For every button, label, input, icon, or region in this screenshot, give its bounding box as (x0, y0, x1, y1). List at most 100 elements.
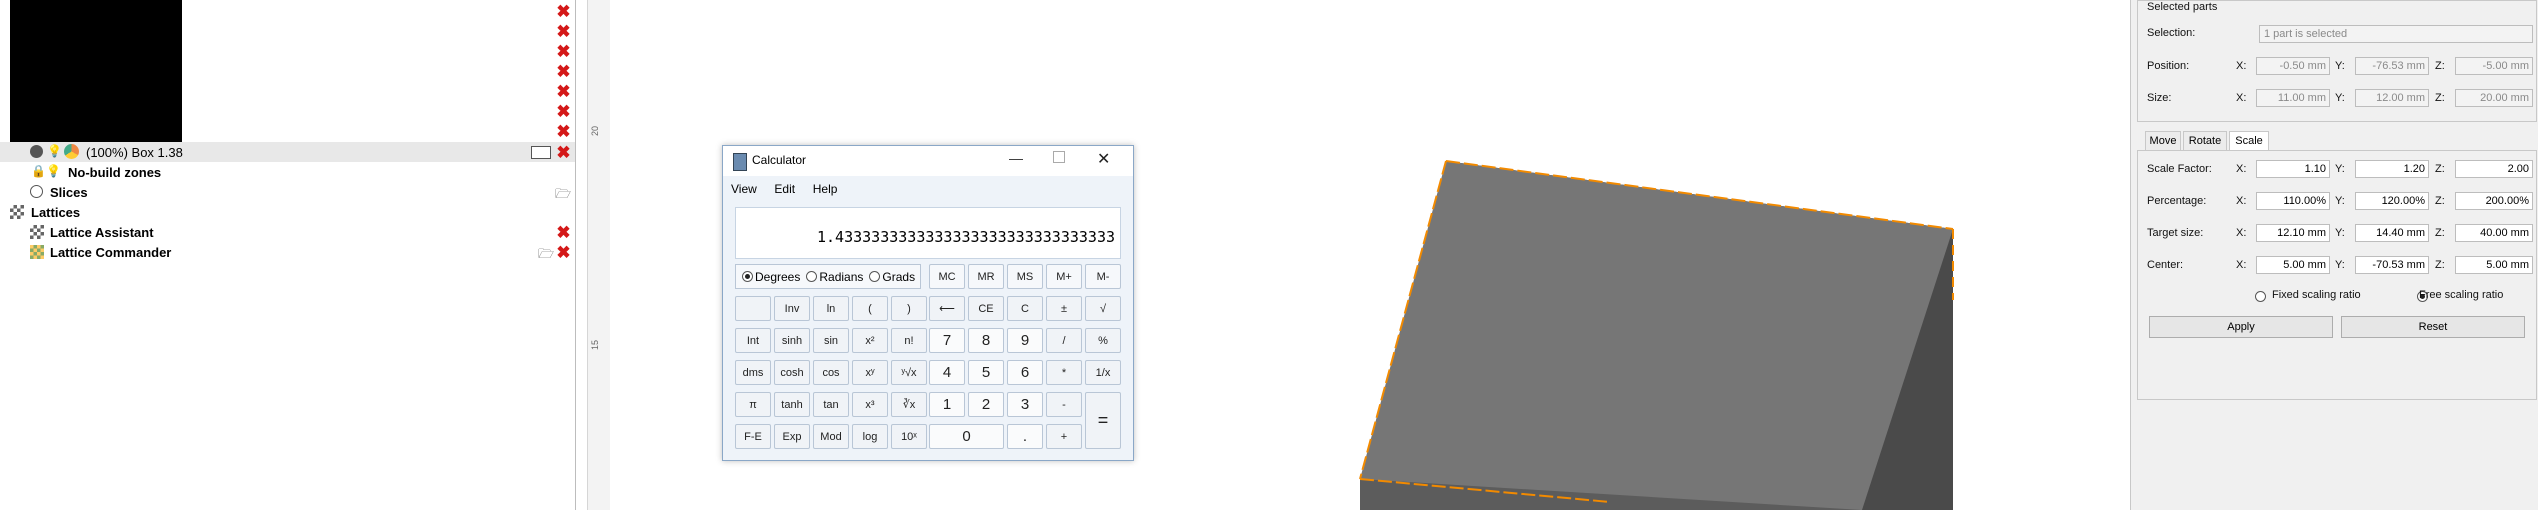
digit-button[interactable]: 9 (1007, 328, 1043, 353)
tree-item-box[interactable]: 💡 (100%) Box 1.38 ✖ (0, 142, 575, 162)
function-button[interactable]: ) (891, 296, 927, 321)
memory-button[interactable]: MR (968, 264, 1004, 289)
function-button[interactable]: √ (1085, 296, 1121, 321)
function-button[interactable]: F-E (735, 424, 771, 449)
memory-button[interactable]: M+ (1046, 264, 1082, 289)
delete-icon[interactable]: ✖ (556, 123, 571, 140)
menu-view[interactable]: View (731, 182, 757, 196)
tree-item-lattice-commander[interactable]: Lattice Commander 🗁 ✖ (0, 242, 575, 262)
memory-button[interactable]: M- (1085, 264, 1121, 289)
target-size-z-input[interactable]: 40.00 mm (2455, 224, 2533, 242)
center-y-input[interactable]: -70.53 mm (2355, 256, 2429, 274)
digit-button[interactable]: 6 (1007, 360, 1043, 385)
percentage-x-input[interactable]: 110.00% (2256, 192, 2330, 210)
scale-factor-y-input[interactable]: 1.20 (2355, 160, 2429, 178)
function-button[interactable]: Mod (813, 424, 849, 449)
delete-icon[interactable]: ✖ (556, 63, 571, 80)
function-button[interactable]: ln (813, 296, 849, 321)
delete-icon[interactable]: ✖ (556, 43, 571, 60)
tree-item-slices[interactable]: Slices 🗁 (0, 182, 575, 202)
scale-factor-x-input[interactable]: 1.10 (2256, 160, 2330, 178)
fixed-ratio-radio[interactable] (2255, 291, 2266, 302)
function-button[interactable]: % (1085, 328, 1121, 353)
function-button[interactable]: 10ˣ (891, 424, 927, 449)
tree-item-no-build-zones[interactable]: 🔒 💡 No-build zones (0, 162, 575, 182)
digit-button[interactable]: 4 (929, 360, 965, 385)
function-button[interactable]: 1/x (1085, 360, 1121, 385)
function-button[interactable]: Int (735, 328, 771, 353)
tab-rotate[interactable]: Rotate (2183, 131, 2227, 151)
function-button[interactable]: x³ (852, 392, 888, 417)
folder-open-icon[interactable]: 🗁 (538, 245, 554, 267)
delete-icon[interactable]: ✖ (556, 103, 571, 120)
digit-button[interactable]: 0 (929, 424, 1004, 449)
menu-help[interactable]: Help (813, 182, 838, 196)
digit-button[interactable]: 8 (968, 328, 1004, 353)
function-button[interactable]: = (1085, 392, 1121, 449)
close-icon[interactable]: ✕ (1097, 149, 1110, 169)
percentage-y-input[interactable]: 120.00% (2355, 192, 2429, 210)
minimize-icon[interactable]: — (1009, 150, 1023, 166)
tree-item-lattices[interactable]: Lattices (0, 202, 575, 222)
settings-icon[interactable] (531, 146, 551, 159)
digit-button[interactable]: 7 (929, 328, 965, 353)
digit-button[interactable]: 2 (968, 392, 1004, 417)
calculator-titlebar[interactable]: Calculator — ✕ (723, 146, 1133, 176)
function-button[interactable]: ∛x (891, 392, 927, 417)
function-button[interactable]: xʸ (852, 360, 888, 385)
digit-button[interactable]: 5 (968, 360, 1004, 385)
delete-icon[interactable]: ✖ (556, 83, 571, 100)
function-button[interactable]: cos (813, 360, 849, 385)
delete-icon[interactable]: ✖ (556, 224, 571, 241)
function-button[interactable]: C (1007, 296, 1043, 321)
function-button[interactable]: * (1046, 360, 1082, 385)
function-button[interactable]: - (1046, 392, 1082, 417)
function-button[interactable]: dms (735, 360, 771, 385)
function-button[interactable]: sin (813, 328, 849, 353)
delete-icon[interactable]: ✖ (556, 244, 571, 261)
apply-button[interactable]: Apply (2149, 316, 2333, 338)
lock-icon[interactable]: 🔒 (31, 164, 46, 178)
reset-button[interactable]: Reset (2341, 316, 2525, 338)
delete-icon[interactable]: ✖ (556, 3, 571, 20)
panel-splitter[interactable] (575, 0, 576, 510)
radio-grads[interactable] (869, 271, 881, 282)
memory-button[interactable]: MS (1007, 264, 1043, 289)
radio-degrees[interactable] (742, 271, 753, 282)
radio-radians[interactable] (806, 271, 818, 282)
target-size-x-input[interactable]: 12.10 mm (2256, 224, 2330, 242)
function-button[interactable]: ( (852, 296, 888, 321)
maximize-icon[interactable] (1053, 151, 1065, 163)
function-button[interactable]: ⟵ (929, 296, 965, 321)
function-button[interactable]: tan (813, 392, 849, 417)
function-button[interactable]: / (1046, 328, 1082, 353)
function-button[interactable]: π (735, 392, 771, 417)
percentage-z-input[interactable]: 200.00% (2455, 192, 2533, 210)
function-button[interactable]: x² (852, 328, 888, 353)
center-x-input[interactable]: 5.00 mm (2256, 256, 2330, 274)
scale-factor-z-input[interactable]: 2.00 (2455, 160, 2533, 178)
menu-edit[interactable]: Edit (774, 182, 795, 196)
function-button[interactable]: log (852, 424, 888, 449)
function-button[interactable]: ʸ√x (891, 360, 927, 385)
lightbulb-icon[interactable]: 💡 (47, 144, 62, 158)
target-size-y-input[interactable]: 14.40 mm (2355, 224, 2429, 242)
function-button[interactable]: + (1046, 424, 1082, 449)
digit-button[interactable]: . (1007, 424, 1043, 449)
function-button[interactable]: tanh (774, 392, 810, 417)
function-button[interactable]: Exp (774, 424, 810, 449)
tab-move[interactable]: Move (2145, 131, 2181, 151)
tab-scale[interactable]: Scale (2229, 131, 2269, 151)
digit-button[interactable]: 3 (1007, 392, 1043, 417)
function-button[interactable]: cosh (774, 360, 810, 385)
tree-item-lattice-assistant[interactable]: Lattice Assistant ✖ (0, 222, 575, 242)
part-color-icon[interactable] (30, 145, 43, 158)
function-button[interactable]: CE (968, 296, 1004, 321)
function-button[interactable]: n! (891, 328, 927, 353)
delete-icon[interactable]: ✖ (556, 23, 571, 40)
function-button[interactable]: Inv (774, 296, 810, 321)
center-z-input[interactable]: 5.00 mm (2455, 256, 2533, 274)
calculator-window[interactable]: Calculator — ✕ View Edit Help 1.43333333… (722, 145, 1134, 461)
blank-button[interactable] (735, 296, 771, 321)
function-button[interactable]: sinh (774, 328, 810, 353)
